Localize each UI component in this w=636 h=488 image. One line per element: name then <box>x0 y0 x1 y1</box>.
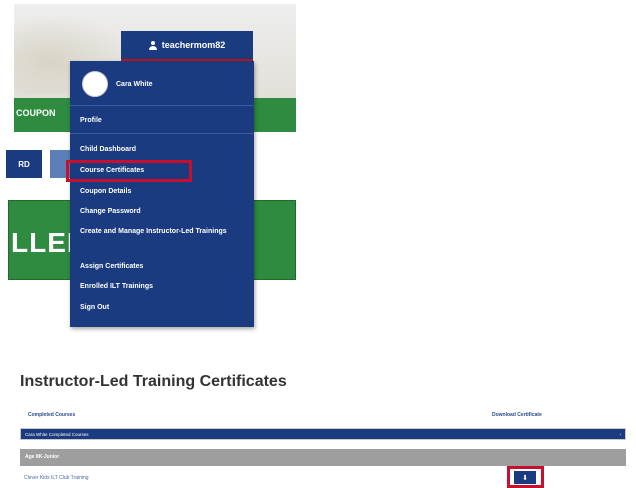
chevron-icon: › <box>619 432 622 437</box>
menu-item-profile[interactable]: Profile <box>80 116 102 126</box>
dropdown-user-header: Cara White <box>82 71 153 97</box>
menu-item-sign-out[interactable]: Sign Out <box>80 303 109 313</box>
section-title: Instructor-Led Training Certificates <box>20 373 287 390</box>
username-label: teachermom82 <box>161 40 226 50</box>
subgroup-row[interactable]: Age 8K-Junior <box>20 449 626 466</box>
menu-item-enrolled-ilt[interactable]: Enrolled ILT Trainings <box>80 282 153 292</box>
divider <box>70 105 254 106</box>
course-row-label: Clever Kids ILT Club Training <box>24 475 89 481</box>
column-header-download: Download Certificate <box>492 412 542 418</box>
menu-item-change-password[interactable]: Change Password <box>80 207 141 217</box>
user-display-name: Cara White <box>116 80 153 88</box>
user-menu-toggle[interactable]: teachermom82 <box>121 31 253 61</box>
subgroup-row-label: Age 8K-Junior <box>25 454 60 460</box>
coupon-label: COUPON <box>16 108 56 118</box>
left-nav-button[interactable]: RD <box>6 150 42 178</box>
divider <box>70 133 254 134</box>
user-icon <box>148 40 157 50</box>
avatar <box>82 71 108 97</box>
group-row-label: Cara White Completed Courses <box>25 432 89 437</box>
highlight-box-course-certificates <box>66 160 192 182</box>
group-row[interactable]: Cara White Completed Courses › <box>20 428 626 440</box>
menu-item-child-dashboard[interactable]: Child Dashboard <box>80 145 136 155</box>
user-dropdown-menu: Cara White Profile Child Dashboard Cours… <box>70 61 254 327</box>
menu-item-coupon-details[interactable]: Coupon Details <box>80 187 131 197</box>
menu-item-assign-certificates[interactable]: Assign Certificates <box>80 262 143 272</box>
highlight-box-download <box>507 466 544 488</box>
left-nav-button-label: RD <box>18 159 30 169</box>
menu-item-manage-ilt[interactable]: Create and Manage Instructor-Led Trainin… <box>80 227 240 237</box>
column-header-courses: Completed Courses <box>28 412 76 418</box>
